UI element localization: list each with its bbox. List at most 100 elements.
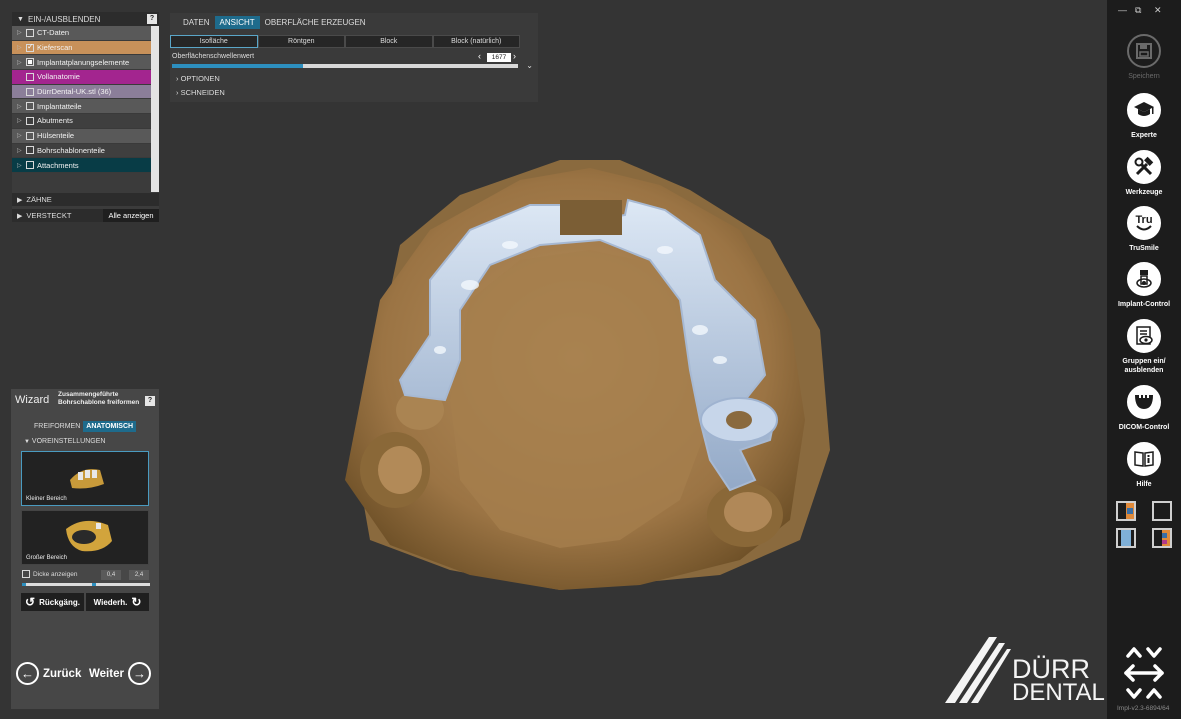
layer-row[interactable]: ▷ Abutments — [12, 114, 151, 129]
layout-4-button[interactable] — [1152, 528, 1172, 548]
chevron-down-icon[interactable]: ⌄ — [526, 61, 533, 70]
tab-1[interactable]: ANSICHT — [214, 16, 260, 29]
wizard-help-button[interactable]: ? — [145, 396, 155, 406]
layer-label: Implantatplanungselemente — [37, 57, 130, 67]
redo-label: Wiederh. — [93, 597, 128, 607]
layer-row[interactable]: ▷ Implantatteile — [12, 99, 151, 115]
layout-3-button[interactable] — [1116, 528, 1136, 548]
threshold-slider[interactable] — [172, 64, 518, 68]
presets-section[interactable]: ▼ VOREINSTELLUNGEN — [24, 438, 105, 445]
expand-triangle-icon[interactable]: ▷ — [17, 29, 26, 36]
implant-control-button[interactable]: Implant-Control — [1107, 262, 1181, 309]
layer-checkbox[interactable] — [26, 87, 34, 96]
thickness-min-field[interactable]: 0,4 — [101, 570, 121, 580]
preset-large-area[interactable]: Großer Bereich — [21, 510, 149, 565]
chevron-right-icon: ▶ — [17, 196, 23, 204]
expand-triangle-icon[interactable]: ▷ — [17, 132, 26, 139]
back-button[interactable]: ← Zurück — [16, 662, 81, 685]
layer-row[interactable]: ▷ Bohrschablonenteile — [12, 143, 151, 159]
visibility-help-button[interactable]: ? — [147, 14, 157, 24]
render-mode-button[interactable]: Isofläche — [170, 35, 258, 48]
3d-viewport[interactable] — [0, 0, 1107, 719]
layer-row[interactable]: ▷ Implantatplanungselemente — [12, 55, 151, 71]
chevron-right-icon: › — [176, 88, 179, 97]
redo-button[interactable]: Wiederh. ↻ — [86, 593, 149, 611]
minimize-icon[interactable]: — — [1118, 5, 1127, 15]
options-section[interactable]: › OPTIONEN — [176, 74, 220, 83]
thickness-max-field[interactable]: 2,4 — [129, 570, 149, 580]
tab-2[interactable]: OBERFLÄCHE ERZEUGEN — [260, 16, 371, 29]
thickness-max-handle[interactable] — [92, 583, 96, 586]
layer-checkbox[interactable] — [26, 28, 34, 37]
layer-checkbox[interactable] — [26, 58, 34, 67]
save-button[interactable]: Speichern — [1107, 34, 1181, 81]
help-button[interactable]: Hilfe — [1107, 442, 1181, 489]
view-navigation-arrows[interactable] — [1124, 644, 1164, 702]
dicom-control-button[interactable]: DICOM-Control — [1107, 385, 1181, 432]
dicom-jaw-icon — [1127, 385, 1161, 419]
chevron-left-icon[interactable]: ‹ — [478, 51, 481, 61]
expand-triangle-icon[interactable]: ▷ — [17, 162, 26, 169]
layer-checkbox[interactable] — [26, 146, 34, 155]
threshold-value-field[interactable]: 1677 — [487, 53, 511, 62]
expand-triangle-icon[interactable]: ▷ — [17, 147, 26, 154]
layer-row[interactable]: Vollanatomie — [12, 70, 151, 85]
layer-checkbox[interactable] — [26, 72, 34, 81]
teeth-section[interactable]: ▶ ZÄHNE — [12, 193, 159, 206]
chevron-right-icon[interactable]: › — [513, 51, 516, 61]
hidden-section[interactable]: ▶ VERSTECKT Alle anzeigen — [12, 209, 159, 222]
layer-label: Bohrschablonenteile — [37, 145, 105, 155]
render-mode-button[interactable]: Block — [345, 35, 433, 48]
groups-eye-icon — [1127, 319, 1161, 353]
restore-icon[interactable]: ⧉ — [1135, 5, 1141, 16]
next-button[interactable]: Weiter → — [89, 662, 151, 685]
layer-row[interactable]: ▷ CT-Daten — [12, 26, 151, 41]
close-icon[interactable]: ✕ — [1154, 5, 1162, 16]
layer-checkbox[interactable] — [26, 42, 34, 52]
undo-button[interactable]: ↺ Rückgäng. — [21, 593, 84, 611]
threshold-label: Oberflächenschwellenwert — [172, 53, 255, 60]
jaw-model-render[interactable] — [0, 0, 1107, 719]
wizard-tab-1[interactable]: ANATOMISCH — [83, 421, 137, 432]
next-label: Weiter — [89, 667, 124, 680]
expand-triangle-icon[interactable]: ▷ — [17, 44, 26, 51]
layout-1-button[interactable] — [1116, 501, 1136, 521]
layer-checkbox[interactable] — [26, 161, 34, 170]
layer-checkbox[interactable] — [26, 131, 34, 140]
cut-section[interactable]: › SCHNEIDEN — [176, 88, 225, 97]
preset-small-area[interactable]: Kleiner Bereich — [21, 451, 149, 506]
groups-toggle-button[interactable]: Gruppen ein/ ausblenden — [1107, 319, 1181, 375]
layer-checkbox[interactable] — [26, 116, 34, 125]
tab-0[interactable]: DATEN — [178, 16, 215, 29]
trusmile-button[interactable]: Tru TruSmile — [1107, 206, 1181, 253]
layer-row[interactable]: ▷ Kieferscan — [12, 40, 151, 56]
thickness-range-slider[interactable] — [22, 583, 150, 586]
undo-icon: ↺ — [25, 595, 36, 609]
layer-row[interactable]: DürrDental-UK.stl (36) — [12, 84, 151, 100]
wizard-tab-0[interactable]: FREIFORMEN — [31, 421, 83, 432]
layer-row[interactable]: ▷ Attachments — [12, 158, 151, 173]
expand-triangle-icon[interactable]: ▷ — [17, 117, 26, 124]
cut-label: SCHNEIDEN — [180, 88, 225, 97]
version-label: Impl-v2.3-6894/64 — [1117, 705, 1170, 712]
thickness-checkbox[interactable] — [22, 570, 30, 578]
teeth-label: ZÄHNE — [26, 195, 52, 204]
thickness-toggle[interactable]: Dicke anzeigen — [22, 570, 77, 578]
expert-button[interactable]: Experte — [1107, 93, 1181, 140]
navigation-arrows-icon — [1124, 647, 1164, 699]
help-book-icon — [1127, 442, 1161, 476]
show-all-button[interactable]: Alle anzeigen — [103, 209, 159, 222]
visibility-header[interactable]: ▼ EIN-/AUSBLENDEN — [12, 12, 159, 26]
layer-list-scrollbar[interactable] — [151, 26, 159, 192]
expand-triangle-icon[interactable]: ▷ — [17, 59, 26, 66]
expand-triangle-icon[interactable]: ▷ — [17, 103, 26, 110]
layer-label: Abutments — [37, 116, 73, 126]
layout-2-button[interactable] — [1152, 501, 1172, 521]
render-mode-button[interactable]: Block (natürlich) — [432, 35, 520, 48]
layer-checkbox[interactable] — [26, 102, 34, 111]
render-mode-button[interactable]: Röntgen — [257, 35, 345, 48]
layer-row[interactable]: ▷ Hülsenteile — [12, 128, 151, 144]
thickness-min-handle[interactable] — [22, 583, 26, 586]
tools-button[interactable]: Werkzeuge — [1107, 150, 1181, 197]
tools-icon — [1127, 150, 1161, 184]
